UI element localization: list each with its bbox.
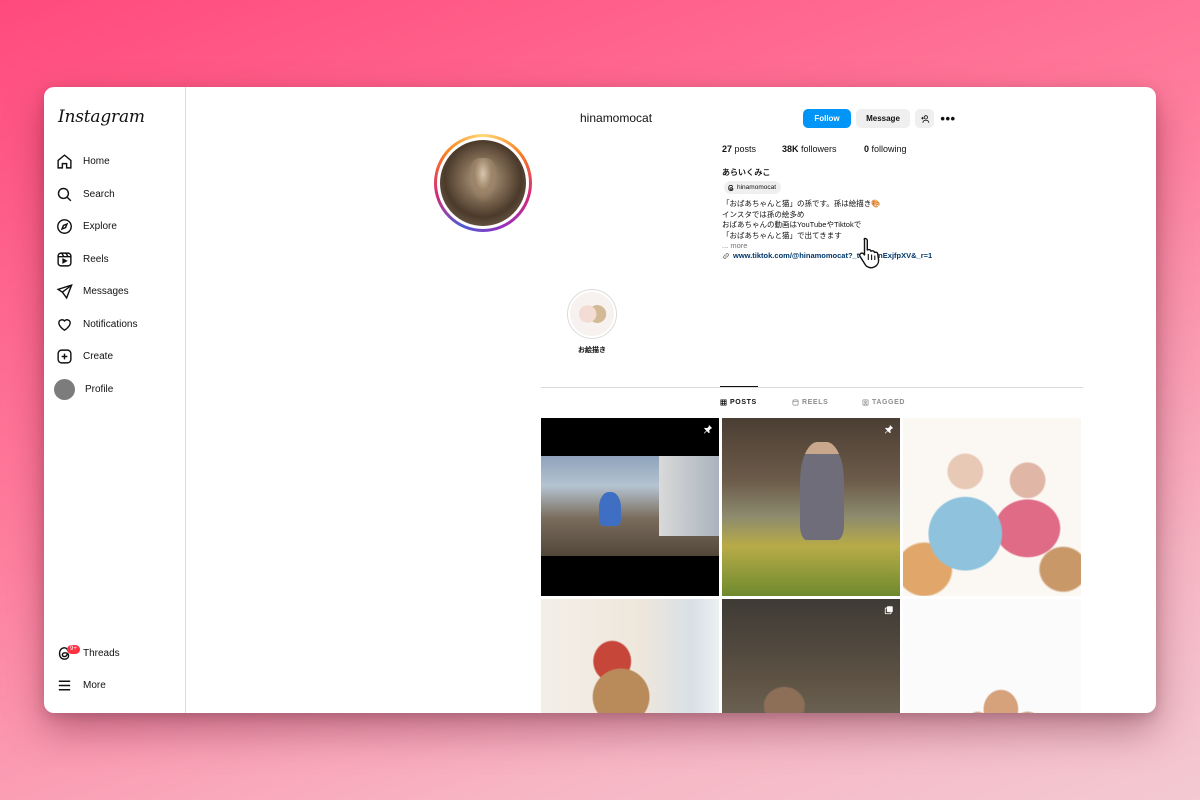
sidebar-item-label: More	[83, 679, 106, 691]
sidebar-item-label: Profile	[85, 383, 114, 395]
menu-icon	[58, 680, 71, 690]
sidebar-item-label: Create	[83, 350, 114, 362]
sidebar-item-label: Explore	[83, 220, 117, 232]
tab-label: POSTS	[730, 399, 757, 406]
following-link[interactable]: 0 following	[864, 144, 907, 154]
sidebar-item-search[interactable]: Search	[54, 180, 178, 208]
sidebar-item-notifications[interactable]: Notifications	[54, 310, 178, 338]
active-tab-indicator	[720, 386, 758, 387]
sidebar-item-messages[interactable]: Messages	[54, 277, 178, 305]
search-icon	[57, 187, 72, 201]
pin-icon	[703, 424, 713, 434]
tab-label: REELS	[802, 399, 829, 406]
sidebar-item-label: Messages	[83, 285, 129, 297]
followers-link[interactable]: 38K followers	[782, 144, 864, 154]
video-frame	[541, 456, 719, 556]
sidebar-item-profile[interactable]: Profile	[54, 375, 178, 403]
compass-icon	[57, 218, 72, 234]
threads-icon-wrap: 9+	[56, 644, 80, 662]
profile-picture-border	[437, 137, 529, 229]
post-thumbnail[interactable]	[541, 418, 719, 596]
post-thumbnail[interactable]	[903, 599, 1081, 713]
hand-cursor-icon	[859, 237, 880, 269]
reels-icon	[57, 251, 72, 267]
sidebar-item-home[interactable]: Home	[54, 147, 178, 175]
browser-window: Instagram Home Search Explore Reels Mess…	[44, 87, 1156, 713]
posts-count[interactable]: 27 posts	[722, 144, 782, 154]
suggest-users-button[interactable]	[915, 109, 934, 128]
bio-line: おばあちゃんの動画はYouTubeやTiktokで	[722, 220, 862, 229]
options-button[interactable]: •••	[938, 109, 958, 128]
highlight-cover	[567, 289, 617, 339]
sidebar-item-label: Threads	[83, 647, 120, 659]
tab-posts[interactable]: POSTS	[720, 399, 757, 406]
bio-line: インスタでは孫の絵多め	[722, 209, 805, 219]
followers-number: 38K	[782, 144, 799, 154]
bio-line: 「おばあちゃんと猫」の孫です。孫は絵描き🎨	[722, 199, 881, 208]
tab-reels[interactable]: REELS	[792, 399, 828, 406]
story-highlight[interactable]: お絵描き	[566, 289, 618, 355]
tab-label: TAGGED	[872, 399, 906, 406]
notification-badge: 9+	[67, 644, 80, 654]
tab-tagged[interactable]: TAGGED	[862, 399, 905, 406]
highlight-illustration	[570, 292, 614, 336]
sidebar-item-threads[interactable]: 9+ Threads	[54, 639, 178, 667]
sidebar-item-explore[interactable]: Explore	[54, 212, 178, 240]
bio-link[interactable]: www.tiktok.com/@hinamomocat?_t=8ownExjfp…	[722, 251, 932, 260]
add-user-icon	[920, 114, 929, 123]
sidebar-item-label: Search	[83, 188, 115, 200]
cat-photo	[440, 140, 526, 226]
home-icon	[57, 153, 72, 169]
follow-button[interactable]: Follow	[803, 109, 851, 128]
pin-icon	[884, 424, 894, 434]
threads-profile-chip[interactable]: hinamomocat	[724, 181, 782, 194]
profile-username: hinamomocat	[580, 111, 653, 125]
sidebar-item-label: Home	[83, 155, 110, 167]
sidebar: Instagram Home Search Explore Reels Mess…	[44, 87, 186, 713]
profile-stats: 27 posts 38K followers 0 following	[722, 144, 907, 154]
threads-handle: hinamomocat	[737, 184, 777, 191]
post-thumbnail[interactable]	[722, 418, 900, 596]
reels-icon	[792, 399, 799, 406]
message-button[interactable]: Message	[856, 109, 910, 128]
followers-label: followers	[801, 144, 837, 154]
grid-icon	[720, 399, 727, 406]
post-thumbnail[interactable]	[903, 418, 1081, 596]
sidebar-item-create[interactable]: Create	[54, 342, 178, 370]
heart-icon	[58, 318, 71, 331]
posts-number: 27	[722, 144, 733, 154]
threads-icon	[728, 184, 734, 191]
carousel-icon	[884, 606, 893, 615]
sidebar-item-reels[interactable]: Reels	[54, 245, 178, 273]
profile-picture[interactable]	[434, 134, 532, 232]
sidebar-item-label: Reels	[83, 253, 109, 265]
sidebar-item-more[interactable]: More	[54, 671, 178, 699]
bio-link-text: www.tiktok.com/@hinamomocat?_t=8ownExjfp…	[733, 251, 933, 260]
sidebar-item-label: Notifications	[83, 318, 138, 330]
display-name: あらいくみこ	[722, 168, 771, 177]
tagged-icon	[862, 399, 869, 406]
following-number: 0	[864, 144, 870, 154]
avatar	[54, 378, 75, 400]
tabs-divider	[541, 387, 1083, 388]
profile-main: hinamomocat Follow Message ••• 27 posts …	[186, 87, 1156, 713]
posts-label: posts	[734, 144, 757, 154]
following-label: following	[871, 144, 907, 154]
send-icon	[56, 283, 73, 299]
post-thumbnail[interactable]	[541, 599, 719, 713]
instagram-logo[interactable]: Instagram	[58, 107, 145, 127]
post-thumbnail[interactable]	[722, 599, 900, 713]
plus-square-icon	[57, 348, 72, 364]
link-icon	[723, 252, 729, 259]
highlight-label: お絵描き	[578, 347, 606, 354]
